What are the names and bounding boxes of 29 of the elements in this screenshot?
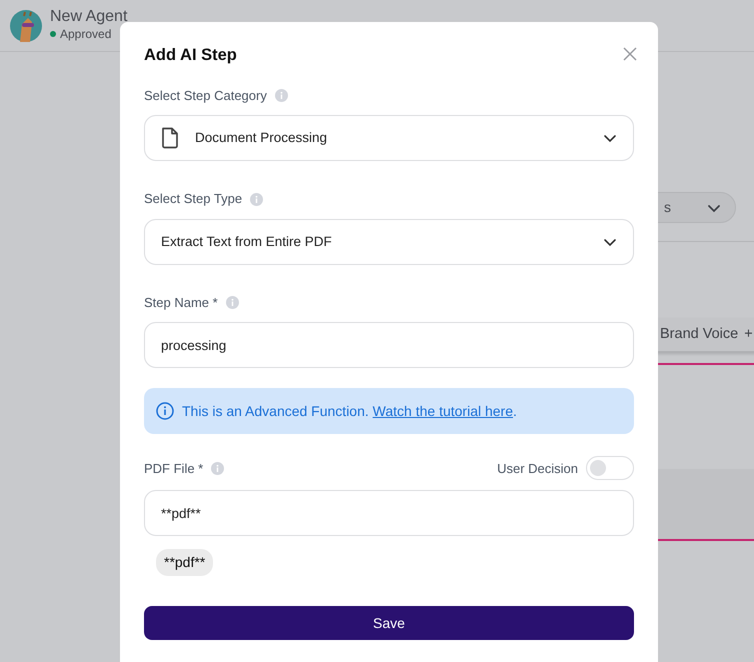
- status-dot-icon: [50, 31, 56, 38]
- status-text: Approved: [60, 26, 112, 44]
- input-field[interactable]: processing: [144, 322, 634, 368]
- info-icon: [274, 89, 288, 102]
- field-label: Select Step Type: [144, 190, 242, 208]
- info-icon: [226, 296, 239, 310]
- field-label: Step Name *: [144, 294, 218, 312]
- alert-text: This is an Advanced Function. Watch the tutorial here.: [182, 402, 517, 421]
- select-field[interactable]: Document Processing: [144, 115, 634, 162]
- tutorial-link[interactable]: Watch the tutorial here: [372, 402, 513, 419]
- input-field[interactable]: **pdf**: [144, 490, 634, 536]
- document-icon: [161, 127, 179, 150]
- select-field[interactable]: Extract Text from Entire PDF: [144, 218, 634, 265]
- dropdown-text: s: [664, 198, 671, 217]
- file-tag: **pdf**: [156, 549, 214, 576]
- save-button[interactable]: Save: [144, 606, 634, 640]
- info-icon: [250, 192, 264, 206]
- toggle-label: User Decision: [497, 460, 578, 478]
- toggle-switch[interactable]: [586, 456, 634, 480]
- chevron-icon: [603, 132, 617, 144]
- field-label: PDF File *: [144, 460, 204, 478]
- info-icon: [211, 462, 224, 475]
- tab-label: Brand Voice: [660, 324, 738, 344]
- info-icon: [156, 402, 174, 420]
- add-icon: +: [744, 324, 753, 346]
- field-label: Select Step Category: [144, 86, 267, 105]
- modal-title: Add AI Step: [144, 46, 237, 66]
- agent-name: New Agent: [50, 8, 128, 26]
- close-icon: [622, 46, 638, 62]
